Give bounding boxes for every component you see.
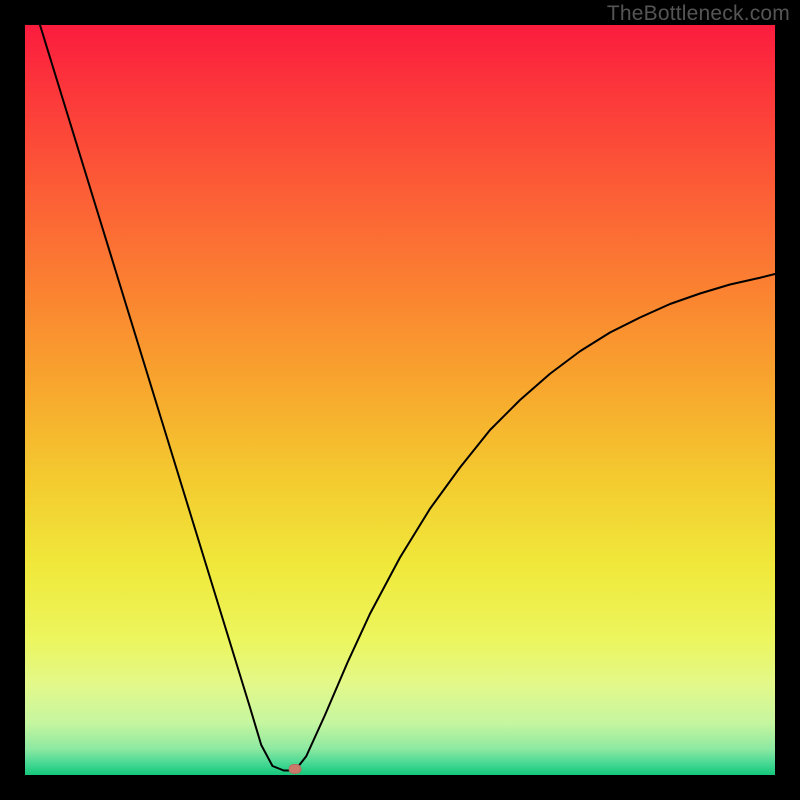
plot-svg: [25, 25, 775, 775]
watermark-text: TheBottleneck.com: [607, 2, 790, 26]
optimal-point-marker: [289, 764, 302, 774]
chart-frame: TheBottleneck.com: [0, 0, 800, 800]
bottleneck-curve-plot: [25, 25, 775, 775]
gradient-background: [25, 25, 775, 775]
